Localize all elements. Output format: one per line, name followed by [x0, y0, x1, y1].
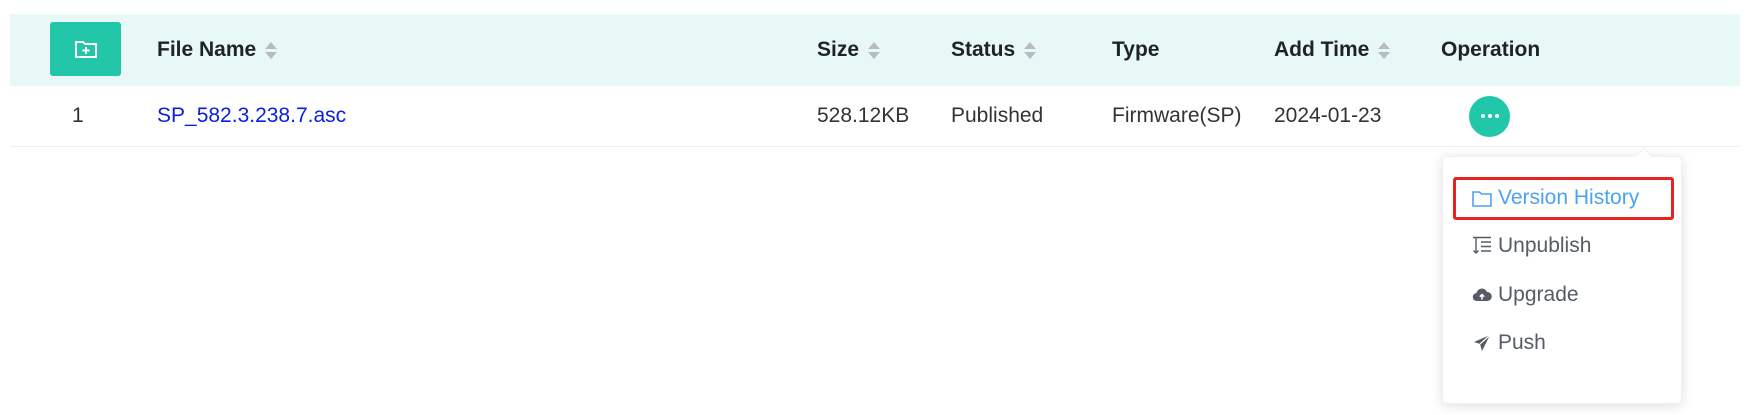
- more-actions-button[interactable]: [1469, 95, 1510, 137]
- column-label: Operation: [1441, 38, 1541, 61]
- column-label: Size: [817, 38, 860, 61]
- column-header-size[interactable]: Size: [817, 14, 881, 86]
- add-time: 2024-01-23: [1274, 104, 1382, 127]
- menu-item-label: Version History: [1498, 186, 1640, 209]
- send-icon: [1471, 332, 1493, 354]
- sort-icon[interactable]: [265, 41, 278, 59]
- menu-item-unpublish[interactable]: Unpublish: [1471, 229, 1591, 263]
- column-label: Type: [1112, 38, 1160, 61]
- column-header-add-time[interactable]: Add Time: [1274, 14, 1391, 86]
- cloud-upload-icon: [1471, 284, 1493, 306]
- sort-icon[interactable]: [868, 41, 881, 59]
- menu-item-label: Unpublish: [1498, 234, 1592, 257]
- column-label: Status: [951, 38, 1016, 61]
- folder-plus-icon: [74, 41, 97, 58]
- column-label: Add Time: [1274, 38, 1370, 61]
- sort-icon[interactable]: [1378, 41, 1391, 59]
- sort-icon[interactable]: [1024, 41, 1037, 59]
- table-row: 1 SP_582.3.238.7.asc 528.12KB Published …: [10, 86, 1740, 147]
- row-index: 1: [72, 104, 84, 127]
- folder-icon: [1471, 187, 1493, 209]
- menu-item-upgrade[interactable]: Upgrade: [1471, 278, 1579, 312]
- menu-item-label: Upgrade: [1498, 283, 1579, 306]
- operation-cell: [1469, 86, 1510, 146]
- column-header-status[interactable]: Status: [951, 14, 1037, 86]
- dot: [1480, 114, 1485, 118]
- menu-item-push[interactable]: Push: [1471, 326, 1546, 360]
- dot: [1487, 114, 1492, 118]
- menu-item-label: Push: [1498, 331, 1546, 354]
- menu-item-version-history[interactable]: Version History: [1471, 181, 1639, 215]
- column-header-file-name[interactable]: File Name: [157, 14, 278, 86]
- operation-dropdown-menu: Version History Unpublish Upgrade Push: [1442, 156, 1682, 404]
- file-table: File Name Size Status Type Add Time Oper…: [10, 14, 1740, 147]
- column-label: File Name: [157, 38, 257, 61]
- dot: [1494, 114, 1499, 118]
- file-size: 528.12KB: [817, 104, 910, 127]
- file-name-link[interactable]: SP_582.3.238.7.asc: [157, 86, 346, 146]
- table-header: File Name Size Status Type Add Time Oper…: [10, 14, 1740, 86]
- status-text: Published: [951, 104, 1044, 127]
- add-file-button[interactable]: [50, 22, 121, 76]
- sort-list-icon: [1471, 235, 1493, 257]
- column-header-operation: Operation: [1441, 14, 1540, 86]
- column-header-type: Type: [1112, 14, 1159, 86]
- file-type: Firmware(SP): [1112, 104, 1242, 127]
